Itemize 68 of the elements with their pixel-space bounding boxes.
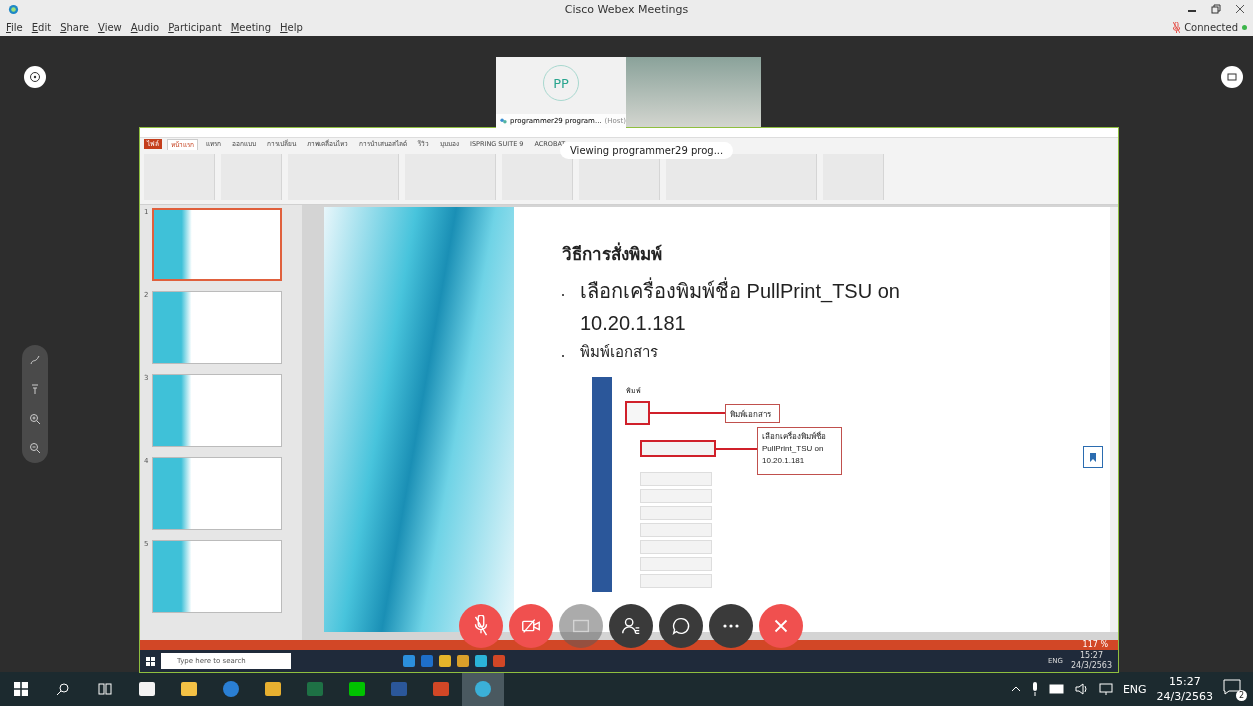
chat-bubble-icon [670,615,692,637]
menu-item[interactable]: Help [280,21,303,33]
clock-date[interactable]: 24/3/2563 [1156,689,1213,704]
annotate-icon[interactable] [29,353,41,366]
windows-logo-icon[interactable] [146,656,155,666]
clock-date: 24/3/2563 [1070,661,1112,671]
menu-item[interactable]: File [6,21,23,33]
target-icon [29,71,41,83]
language-indicator[interactable]: ENG [1122,682,1147,696]
notification-count: 2 [1236,690,1247,701]
slide-thumbnail[interactable] [152,540,283,613]
slide-thumbnail[interactable] [152,208,283,281]
taskbar-app-icon[interactable] [439,655,451,667]
bullet-text: 10.20.1.181 [579,311,687,336]
menu-item[interactable]: Meeting [230,21,272,33]
menu-item[interactable]: View [98,21,122,33]
menu-item[interactable]: Participant [168,21,222,33]
app-logo-icon [8,3,19,15]
leader-line [716,448,757,450]
app-icon [305,679,325,699]
scrollbar[interactable] [1110,207,1118,632]
window-title: Cisco Webex Meetings [564,2,689,16]
info-button[interactable] [24,66,46,88]
zoom-level: 117 % [1082,640,1108,650]
participants-icon [500,117,507,125]
bookmark-button[interactable] [1083,446,1103,468]
windows-logo-icon [14,682,28,696]
slide-thumbnail[interactable] [152,457,283,530]
search-icon [56,682,70,696]
clock-time[interactable]: 15:27 [1168,674,1201,689]
zoom-in-icon[interactable] [29,412,41,425]
connection-status: Connected [1184,21,1238,33]
chevron-up-icon[interactable] [1010,684,1021,694]
slide-thumbnail[interactable] [152,374,283,447]
panel-button[interactable] [1221,66,1243,88]
app-icon [347,679,367,699]
menu-item[interactable]: Edit [31,21,52,33]
slide-thumbnail[interactable] [152,291,283,364]
bookmark-icon [1089,452,1097,462]
taskbar-app-icon[interactable] [403,655,415,667]
close-icon[interactable] [1235,4,1245,14]
menu-item[interactable]: Share [60,21,89,33]
callout-label: พิมพ์เอกสาร [725,404,780,423]
app-icon [431,679,451,699]
bullet-text: เลือกเครื่องพิมพ์ชื่อ PullPrint_TSU on [580,275,900,307]
speaker-icon[interactable] [1074,683,1089,695]
app-icon [389,679,409,699]
notification-icon[interactable] [1223,679,1241,695]
taskbar-app-icon[interactable] [457,655,469,667]
pointer-icon[interactable] [29,383,41,396]
app-icon [179,679,199,699]
status-dot-icon [1242,24,1247,30]
restore-icon[interactable] [1211,4,1221,14]
more-icon [723,624,739,628]
app-icon [473,679,493,699]
person-icon [620,615,642,637]
slide-title: วิธีการสั่งพิมพ์ [562,240,900,267]
clock-time: 15:27 [1079,651,1103,661]
task-view-icon [98,682,112,696]
app-icon [263,679,283,699]
panel-icon [1226,71,1238,83]
zoom-out-icon[interactable] [29,442,41,455]
app-icon [137,679,157,699]
bullet-text: พิมพ์เอกสาร [580,342,658,362]
taskbar-app-icon[interactable] [475,655,487,667]
menu-item[interactable]: Audio [130,21,160,33]
callout-label: เลือกเครื่องพิมพ์ชื่อ PullPrint_TSU on 10.20.1.181 [757,427,842,475]
app-icon [221,679,241,699]
